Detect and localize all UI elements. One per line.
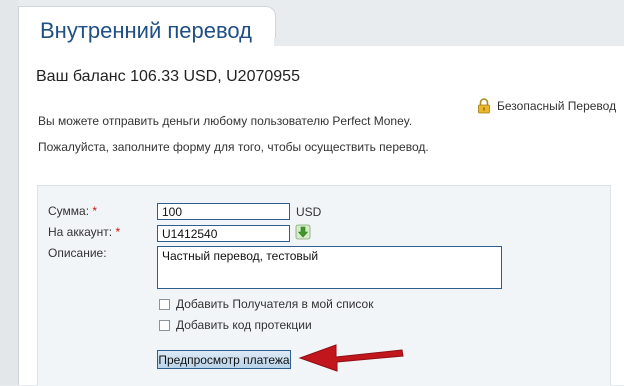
amount-label: Сумма: *	[48, 204, 98, 218]
lock-icon	[478, 98, 490, 114]
add-protection-option[interactable]: Добавить код протекции	[159, 318, 312, 332]
description-textarea[interactable]: Частный перевод, тестовый	[157, 246, 502, 289]
left-background	[0, 0, 18, 385]
add-recipient-option[interactable]: Добавить Получателя в мой список	[159, 297, 373, 311]
amount-input[interactable]	[157, 203, 290, 220]
currency-label: USD	[296, 205, 322, 219]
intro-text-2: Пожалуйста, заполните форму для того, чт…	[38, 140, 429, 154]
account-label: На аккаунт: *	[48, 225, 121, 239]
page-title: Внутренний перевод	[40, 18, 253, 43]
add-recipient-checkbox[interactable]	[159, 298, 170, 310]
preview-payment-button[interactable]: Предпросмотр платежа	[157, 350, 291, 369]
description-label: Описание:	[48, 246, 107, 260]
intro-text-1: Вы можете отправить деньги любому пользо…	[38, 114, 413, 128]
pointer-arrow-icon	[298, 344, 404, 372]
download-arrow-icon[interactable]	[295, 224, 311, 240]
required-mark: *	[92, 204, 98, 218]
add-protection-checkbox[interactable]	[159, 319, 170, 331]
account-input[interactable]	[157, 225, 290, 242]
add-recipient-label: Добавить Получателя в мой список	[176, 297, 374, 311]
secure-transfer: Безопасный Перевод	[477, 98, 616, 114]
add-protection-label: Добавить код протекции	[176, 318, 312, 332]
required-mark: *	[115, 225, 121, 239]
balance-text: Ваш баланс 106.33 USD, U2070955	[36, 68, 300, 85]
secure-transfer-label: Безопасный Перевод	[497, 99, 617, 113]
